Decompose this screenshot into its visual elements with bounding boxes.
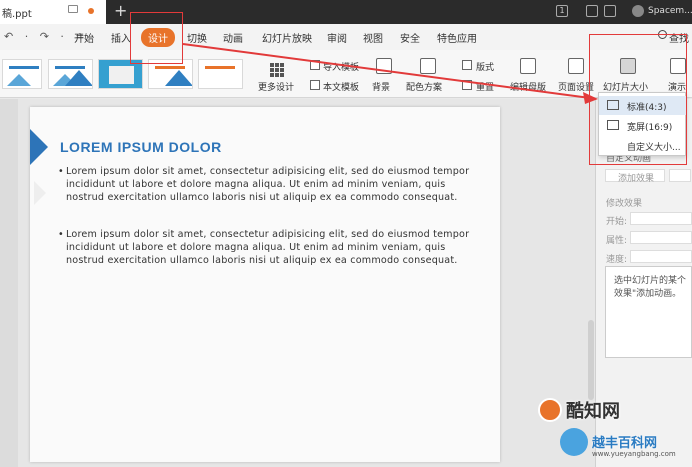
site-logo-icon <box>560 428 588 456</box>
site-url: www.yueyangbang.com <box>592 450 676 458</box>
site-watermark: 越丰百科网 <box>592 436 658 451</box>
brand-watermark: 酷知网 <box>566 401 620 422</box>
brand-logo-icon <box>538 398 562 422</box>
